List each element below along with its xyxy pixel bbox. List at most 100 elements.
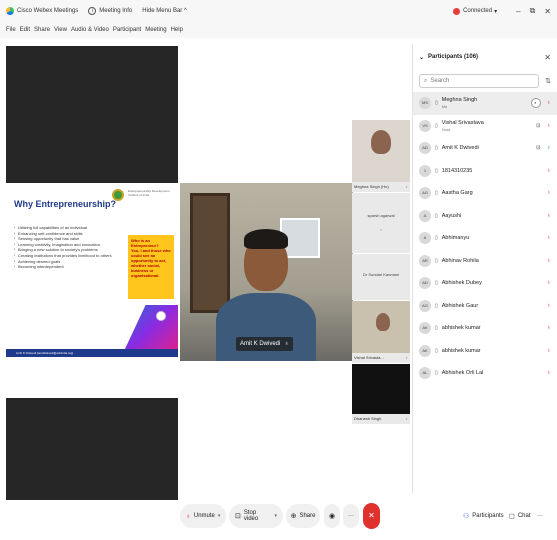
microphone-icon[interactable]: ♁	[547, 145, 552, 151]
avatar: A	[419, 232, 431, 245]
meeting-info-button[interactable]: i Meeting Info	[88, 7, 132, 15]
shared-slide: Why Entrepreneurship? Entrepreneurship D…	[6, 183, 178, 399]
shared-screen-background	[6, 46, 178, 186]
participant-row[interactable]: AD ▯ Amit K Dwivedi ⊡ ♁	[413, 137, 557, 160]
avatar: AG	[419, 187, 431, 200]
avatar: A	[419, 209, 431, 222]
participant-row[interactable]: AG ▯ Aastha Garg ♁	[413, 182, 557, 205]
thumbnail-name: Meghna Singh (Ho)	[354, 184, 389, 189]
muted-microphone-icon[interactable]: ♁	[547, 280, 552, 286]
hide-menu-bar-button[interactable]: Hide Menu Bar ^	[142, 8, 187, 14]
video-thumbnail[interactable]: Vishal Srivasta... ♁	[352, 301, 410, 363]
muted-microphone-icon[interactable]: ♁	[547, 325, 552, 331]
participant-row[interactable]: A ▯ Aayushi ♁	[413, 205, 557, 228]
device-icon: ▯	[435, 235, 438, 242]
connection-status[interactable]: Connected ▾	[453, 7, 498, 15]
muted-microphone-icon[interactable]: ♁	[547, 190, 552, 196]
participant-name: Abhinav Rohila	[441, 257, 479, 264]
avatar: MS	[419, 97, 431, 110]
device-icon: ▯	[435, 347, 438, 354]
muted-microphone-icon[interactable]: ♁	[547, 303, 552, 309]
menu-edit[interactable]: Edit	[20, 27, 30, 33]
share-button[interactable]: ⊕ Share	[286, 504, 320, 528]
participant-row[interactable]: AD ▯ Abhishek Dubey ♁	[413, 272, 557, 295]
menu-help[interactable]: Help	[171, 27, 183, 33]
connection-status-icon	[453, 7, 461, 15]
video-thumbnail[interactable]: sparsh agarwal ♁	[352, 193, 410, 253]
device-icon: ▯	[435, 100, 438, 107]
video-thumbnail[interactable]: Dr Sundari Kanmani	[352, 254, 410, 300]
participant-row[interactable]: MS ▯ Meghna Singh Me ◐ ♁	[413, 92, 557, 115]
menu-audio-video[interactable]: Audio & Video	[71, 27, 109, 33]
chevron-down-icon: ▾	[494, 8, 498, 15]
muted-microphone-icon[interactable]: ♁	[547, 235, 552, 241]
close-window-button[interactable]: ✕	[544, 7, 551, 16]
participant-search-input[interactable]: ⌕ Search	[419, 74, 540, 88]
more-icon: ···	[348, 513, 354, 519]
record-button[interactable]: ◉	[324, 504, 340, 528]
participant-row[interactable]: 1 ▯ 1814310235 ♁	[413, 160, 557, 183]
muted-microphone-icon[interactable]: ♁	[547, 168, 552, 174]
app-name: Cisco Webex Meetings	[17, 8, 79, 14]
muted-microphone-icon[interactable]: ♁	[547, 370, 552, 376]
participant-video	[376, 313, 390, 331]
collapse-chevron-icon[interactable]: ⌄	[419, 54, 424, 61]
video-thumbnail[interactable]: Meghna Singh (Ho) ♁	[352, 120, 410, 192]
more-options-button[interactable]: ···	[343, 504, 359, 528]
muted-microphone-icon[interactable]: ♁	[547, 258, 552, 264]
participant-list: MS ▯ Meghna Singh Me ◐ ♁ VS ▯ Vishal Srivastava H…	[413, 92, 557, 385]
search-icon: ⌕	[424, 77, 428, 84]
menu-view[interactable]: View	[54, 27, 67, 33]
callout-line: organisational.	[131, 273, 160, 278]
video-thumbnail[interactable]: Dhanesh Singh ♁	[352, 364, 410, 424]
device-icon: ▯	[435, 280, 438, 287]
share-status-icon: ◐	[530, 98, 541, 109]
chat-label: Chat	[517, 513, 531, 519]
participant-row[interactable]: AL ▯ Abhishek Orli Lal ♁	[413, 362, 557, 385]
active-speaker-video[interactable]: Amit K Dwivedi ♁	[180, 183, 353, 361]
meeting-stage: Why Entrepreneurship? Entrepreneurship D…	[0, 38, 412, 535]
unmute-button[interactable]: ♁ Unmute ▾	[180, 504, 226, 528]
participants-icon: ⚇	[463, 513, 470, 520]
participant-row[interactable]: VS ▯ Vishal Srivastava Host ⊡ ♁	[413, 115, 557, 138]
thumbnail-name: Vishal Srivasta...	[354, 355, 384, 360]
sort-icon[interactable]: ⇅	[545, 77, 551, 85]
more-panels-button[interactable]: ···	[537, 508, 543, 524]
muted-microphone-icon[interactable]: ♁	[547, 213, 552, 219]
participant-row[interactable]: AR ▯ Abhinav Rohila ♁	[413, 250, 557, 273]
participant-name: Meghna Singh	[441, 97, 478, 104]
participant-row[interactable]: AK ▯ abhishek kumar ♁	[413, 340, 557, 363]
participant-name: abhishek kumar	[441, 347, 481, 354]
stop-video-button[interactable]: ⊡ Stop video ▾	[229, 504, 283, 528]
menu-participant[interactable]: Participant	[113, 27, 141, 33]
menu-file[interactable]: File	[6, 27, 16, 33]
participant-row[interactable]: AK ▯ abhishek kumar ♁	[413, 317, 557, 340]
thumbnail-name: Dr Sundari Kanmani	[362, 272, 400, 277]
restore-button[interactable]: ⧉	[530, 6, 536, 16]
device-icon: ▯	[435, 325, 438, 332]
menu-meeting[interactable]: Meeting	[145, 27, 166, 33]
chat-button[interactable]: ◻ Chat	[509, 508, 531, 524]
thumbnail-name: Dhanesh Singh	[354, 416, 382, 421]
muted-microphone-icon[interactable]: ♁	[547, 348, 552, 354]
device-icon: ▯	[435, 257, 438, 264]
participant-row[interactable]: AG ▯ Abhishek Gaur ♁	[413, 295, 557, 318]
chevron-down-icon[interactable]: ▾	[218, 513, 221, 519]
participant-row[interactable]: A ▯ Abhimanyu ♁	[413, 227, 557, 250]
connection-status-label: Connected	[463, 8, 493, 14]
end-meeting-button[interactable]: ✕	[363, 503, 380, 529]
chevron-down-icon[interactable]: ▾	[274, 513, 277, 519]
speaker-name: Amit K Dwivedi	[240, 341, 281, 347]
muted-microphone-icon[interactable]: ♁	[547, 100, 552, 106]
record-icon: ◉	[328, 513, 336, 520]
muted-microphone-icon[interactable]: ♁	[547, 123, 552, 129]
thumbnail-name: sparsh agarwal	[367, 213, 395, 218]
menu-share[interactable]: Share	[34, 27, 50, 33]
webex-logo-icon	[6, 7, 14, 15]
minimize-button[interactable]: –	[516, 7, 520, 16]
camera-icon: ⊡	[536, 145, 541, 152]
close-panel-button[interactable]: ✕	[544, 53, 551, 62]
slide-title: Why Entrepreneurship?	[14, 199, 117, 209]
chat-icon: ◻	[509, 513, 515, 520]
participants-button[interactable]: ⚇ Participants	[463, 508, 504, 524]
